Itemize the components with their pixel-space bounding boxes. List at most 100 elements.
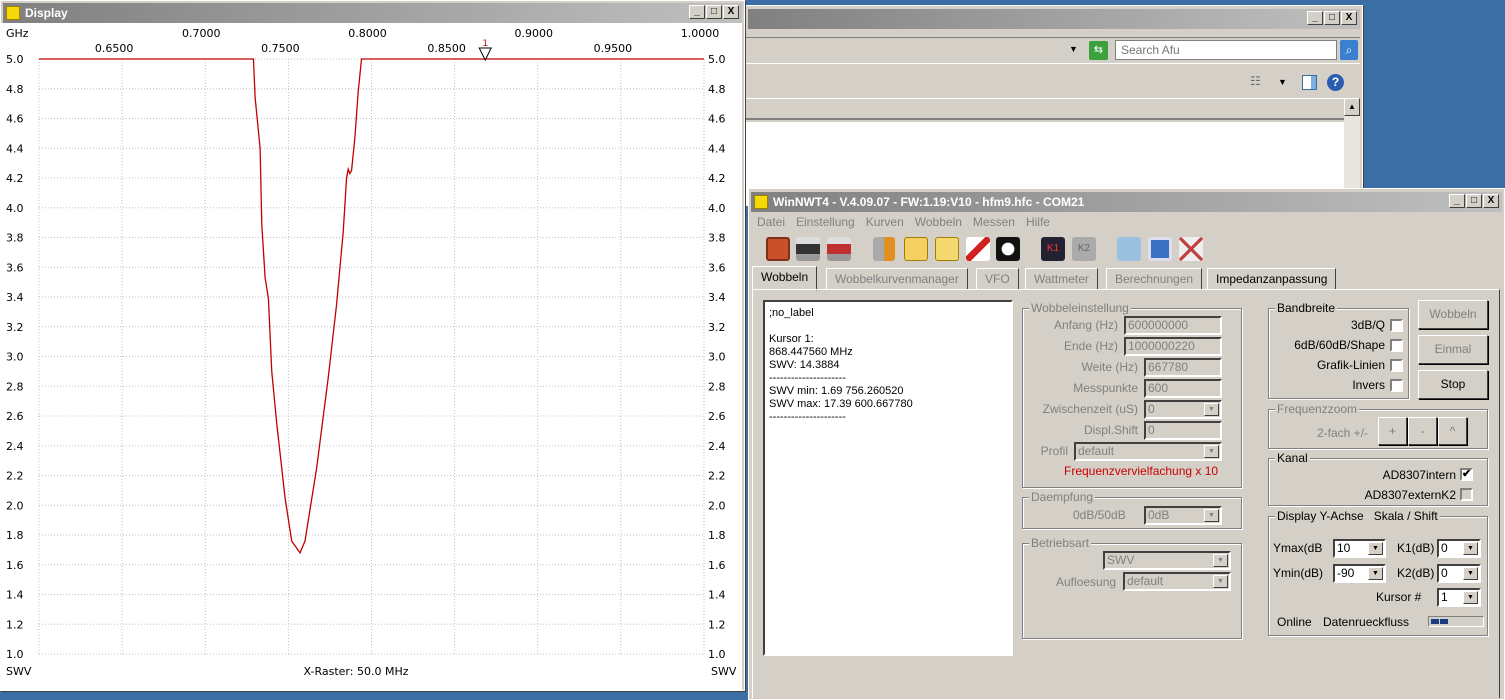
aufloesung-select[interactable]: default ▼: [1123, 572, 1231, 591]
bandbreite-checkbox[interactable]: [1390, 359, 1403, 372]
explorer-title-bar: _ □ X: [748, 9, 1360, 29]
open-folder-icon[interactable]: [1117, 237, 1141, 261]
daempfung-select[interactable]: 0dB ▼: [1144, 506, 1222, 525]
menu-item-kurven[interactable]: Kurven: [866, 215, 904, 229]
y-tick-label-right: 1.6: [708, 559, 726, 572]
chevron-down-icon: ▼: [1204, 445, 1219, 458]
info-line: SWV max: 17.39 600.667780: [769, 398, 913, 410]
info-line: 868.447560 MHz: [769, 346, 853, 358]
y-tick-label-left: 3.4: [6, 291, 24, 304]
window-title: Display: [25, 6, 68, 20]
info-line: ---------------------: [769, 411, 846, 423]
settings-tools-icon[interactable]: [873, 237, 895, 261]
tab-impedanzanpassung[interactable]: Impedanzanpassung: [1207, 268, 1337, 290]
wobbeln-button[interactable]: Wobbeln: [1418, 300, 1488, 329]
info-textbox[interactable]: ;no_label Kursor 1: 868.447560 MHz SWV: 14.…: [763, 300, 1013, 656]
preview-pane-icon[interactable]: [1302, 75, 1317, 90]
x-tick-label-upper: 1.0000: [681, 27, 720, 40]
tab-berechnungen[interactable]: Berechnungen: [1106, 268, 1203, 290]
maximize-button[interactable]: □: [706, 5, 722, 19]
view-options-icon[interactable]: ☷: [1250, 74, 1261, 88]
close-button[interactable]: X: [1341, 11, 1357, 25]
sweep-curve-icon[interactable]: [904, 237, 928, 261]
view-dropdown-icon[interactable]: ▼: [1278, 77, 1287, 87]
maximize-button[interactable]: □: [1324, 11, 1340, 25]
zoom-out-button[interactable]: -: [1408, 417, 1437, 445]
einmal-button[interactable]: Einmal: [1418, 335, 1488, 364]
anfang-input[interactable]: 600000000: [1124, 316, 1222, 335]
displshift-input[interactable]: 0: [1144, 421, 1222, 440]
k2-icon[interactable]: K2: [1072, 237, 1096, 261]
y-tick-label-right: 3.4: [708, 291, 726, 304]
zwischenzeit-label: Zwischenzeit (uS): [1042, 402, 1138, 416]
menu-item-datei[interactable]: Datei: [757, 215, 785, 229]
weite-input[interactable]: 667780: [1144, 358, 1222, 377]
group-title: Betriebsart: [1029, 536, 1092, 550]
ymax-select[interactable]: 10 ▼: [1333, 539, 1386, 558]
bandbreite-checkbox[interactable]: [1390, 379, 1403, 392]
ende-input[interactable]: 1000000220: [1124, 337, 1222, 356]
y-tick-label-left: 2.4: [6, 440, 24, 453]
menu-bar: Datei Einstellung Kurven Wobbeln Messen Hilfe: [757, 215, 1050, 229]
power-icon[interactable]: [766, 237, 790, 261]
y-tick-label-right: 2.2: [708, 470, 726, 483]
minimize-button[interactable]: _: [1449, 194, 1465, 208]
y-tick-label-left: 4.8: [6, 83, 24, 96]
info-line: [769, 320, 1007, 333]
tab-wobbeln[interactable]: Wobbeln: [752, 266, 818, 291]
y-tick-label-right: 4.6: [708, 113, 726, 126]
print-icon[interactable]: [796, 237, 820, 261]
maximize-button[interactable]: □: [1466, 194, 1482, 208]
x-unit-label: GHz: [6, 27, 29, 40]
x-raster-label: X-Raster: 50.0 MHz: [304, 665, 409, 678]
zoom-reset-icon[interactable]: [1179, 237, 1203, 261]
ad8307intern-checkbox[interactable]: ✔: [1460, 468, 1473, 481]
swr-chart[interactable]: 5.0 5.0 4.8 4.8 4.6 4.6 4.4 4.4 4.2 4.2 4.0 4.0 3.8 3…: [1, 23, 742, 690]
address-dropdown-icon[interactable]: ▼: [1069, 44, 1078, 54]
anfang-label: Anfang (Hz): [1053, 318, 1118, 332]
minimize-button[interactable]: _: [1307, 11, 1323, 25]
bandbreite-label: Invers: [1352, 378, 1385, 392]
help-icon[interactable]: ?: [1327, 74, 1344, 91]
tab-vfo[interactable]: VFO: [976, 268, 1019, 290]
minimize-button[interactable]: _: [689, 5, 705, 19]
chevron-down-icon: ▼: [1463, 591, 1478, 604]
bandbreite-checkbox[interactable]: [1390, 339, 1403, 352]
menu-item-einstellung[interactable]: Einstellung: [796, 215, 855, 229]
zwischenzeit-select[interactable]: 0 ▼: [1144, 400, 1222, 419]
refresh-icon[interactable]: ⇆: [1089, 41, 1108, 60]
messpunkte-input[interactable]: 600: [1144, 379, 1222, 398]
k1-select[interactable]: 0 ▼: [1437, 539, 1481, 558]
zoom-in-button[interactable]: +: [1378, 417, 1407, 445]
save-disk-icon[interactable]: [1148, 237, 1172, 261]
menu-item-messen[interactable]: Messen: [973, 215, 1015, 229]
kursor-select[interactable]: 1 ▼: [1437, 588, 1481, 607]
profil-select[interactable]: default ▼: [1074, 442, 1222, 461]
menu-item-wobbeln[interactable]: Wobbeln: [915, 215, 962, 229]
close-button[interactable]: X: [1483, 194, 1499, 208]
close-button[interactable]: X: [723, 5, 739, 19]
k2-value: 0: [1441, 566, 1448, 580]
bandbreite-checkbox[interactable]: [1390, 319, 1403, 332]
print-pdf-icon[interactable]: [827, 237, 851, 261]
x-tick-label-lower: 0.9500: [594, 42, 633, 55]
search-icon[interactable]: ⌕: [1340, 40, 1358, 60]
ad8307externk2-checkbox[interactable]: [1460, 488, 1473, 501]
k2-select[interactable]: 0 ▼: [1437, 564, 1481, 583]
info-line: SWV min: 1.69 756.260520: [769, 385, 904, 397]
zoom-reset-button[interactable]: ^: [1438, 417, 1467, 445]
stop-button[interactable]: Stop: [1418, 370, 1488, 399]
db-curve-icon[interactable]: [935, 237, 959, 261]
ymin-label: Ymin(dB): [1273, 566, 1324, 580]
tab-wobbelkurvenmanager[interactable]: Wobbelkurvenmanager: [826, 268, 968, 290]
tab-wattmeter[interactable]: Wattmeter: [1025, 268, 1098, 290]
k1-icon[interactable]: K1: [1041, 237, 1065, 261]
calibrate-icon[interactable]: [966, 237, 990, 261]
cursor-label: 1: [482, 39, 488, 49]
y-tick-label-right: 1.8: [708, 529, 726, 542]
ymin-select[interactable]: -90 ▼: [1333, 564, 1386, 583]
betriebsart-select[interactable]: SWV ▼: [1103, 551, 1231, 570]
linux-penguin-icon[interactable]: [996, 237, 1020, 261]
search-input[interactable]: [1115, 40, 1337, 60]
menu-item-hilfe[interactable]: Hilfe: [1026, 215, 1050, 229]
